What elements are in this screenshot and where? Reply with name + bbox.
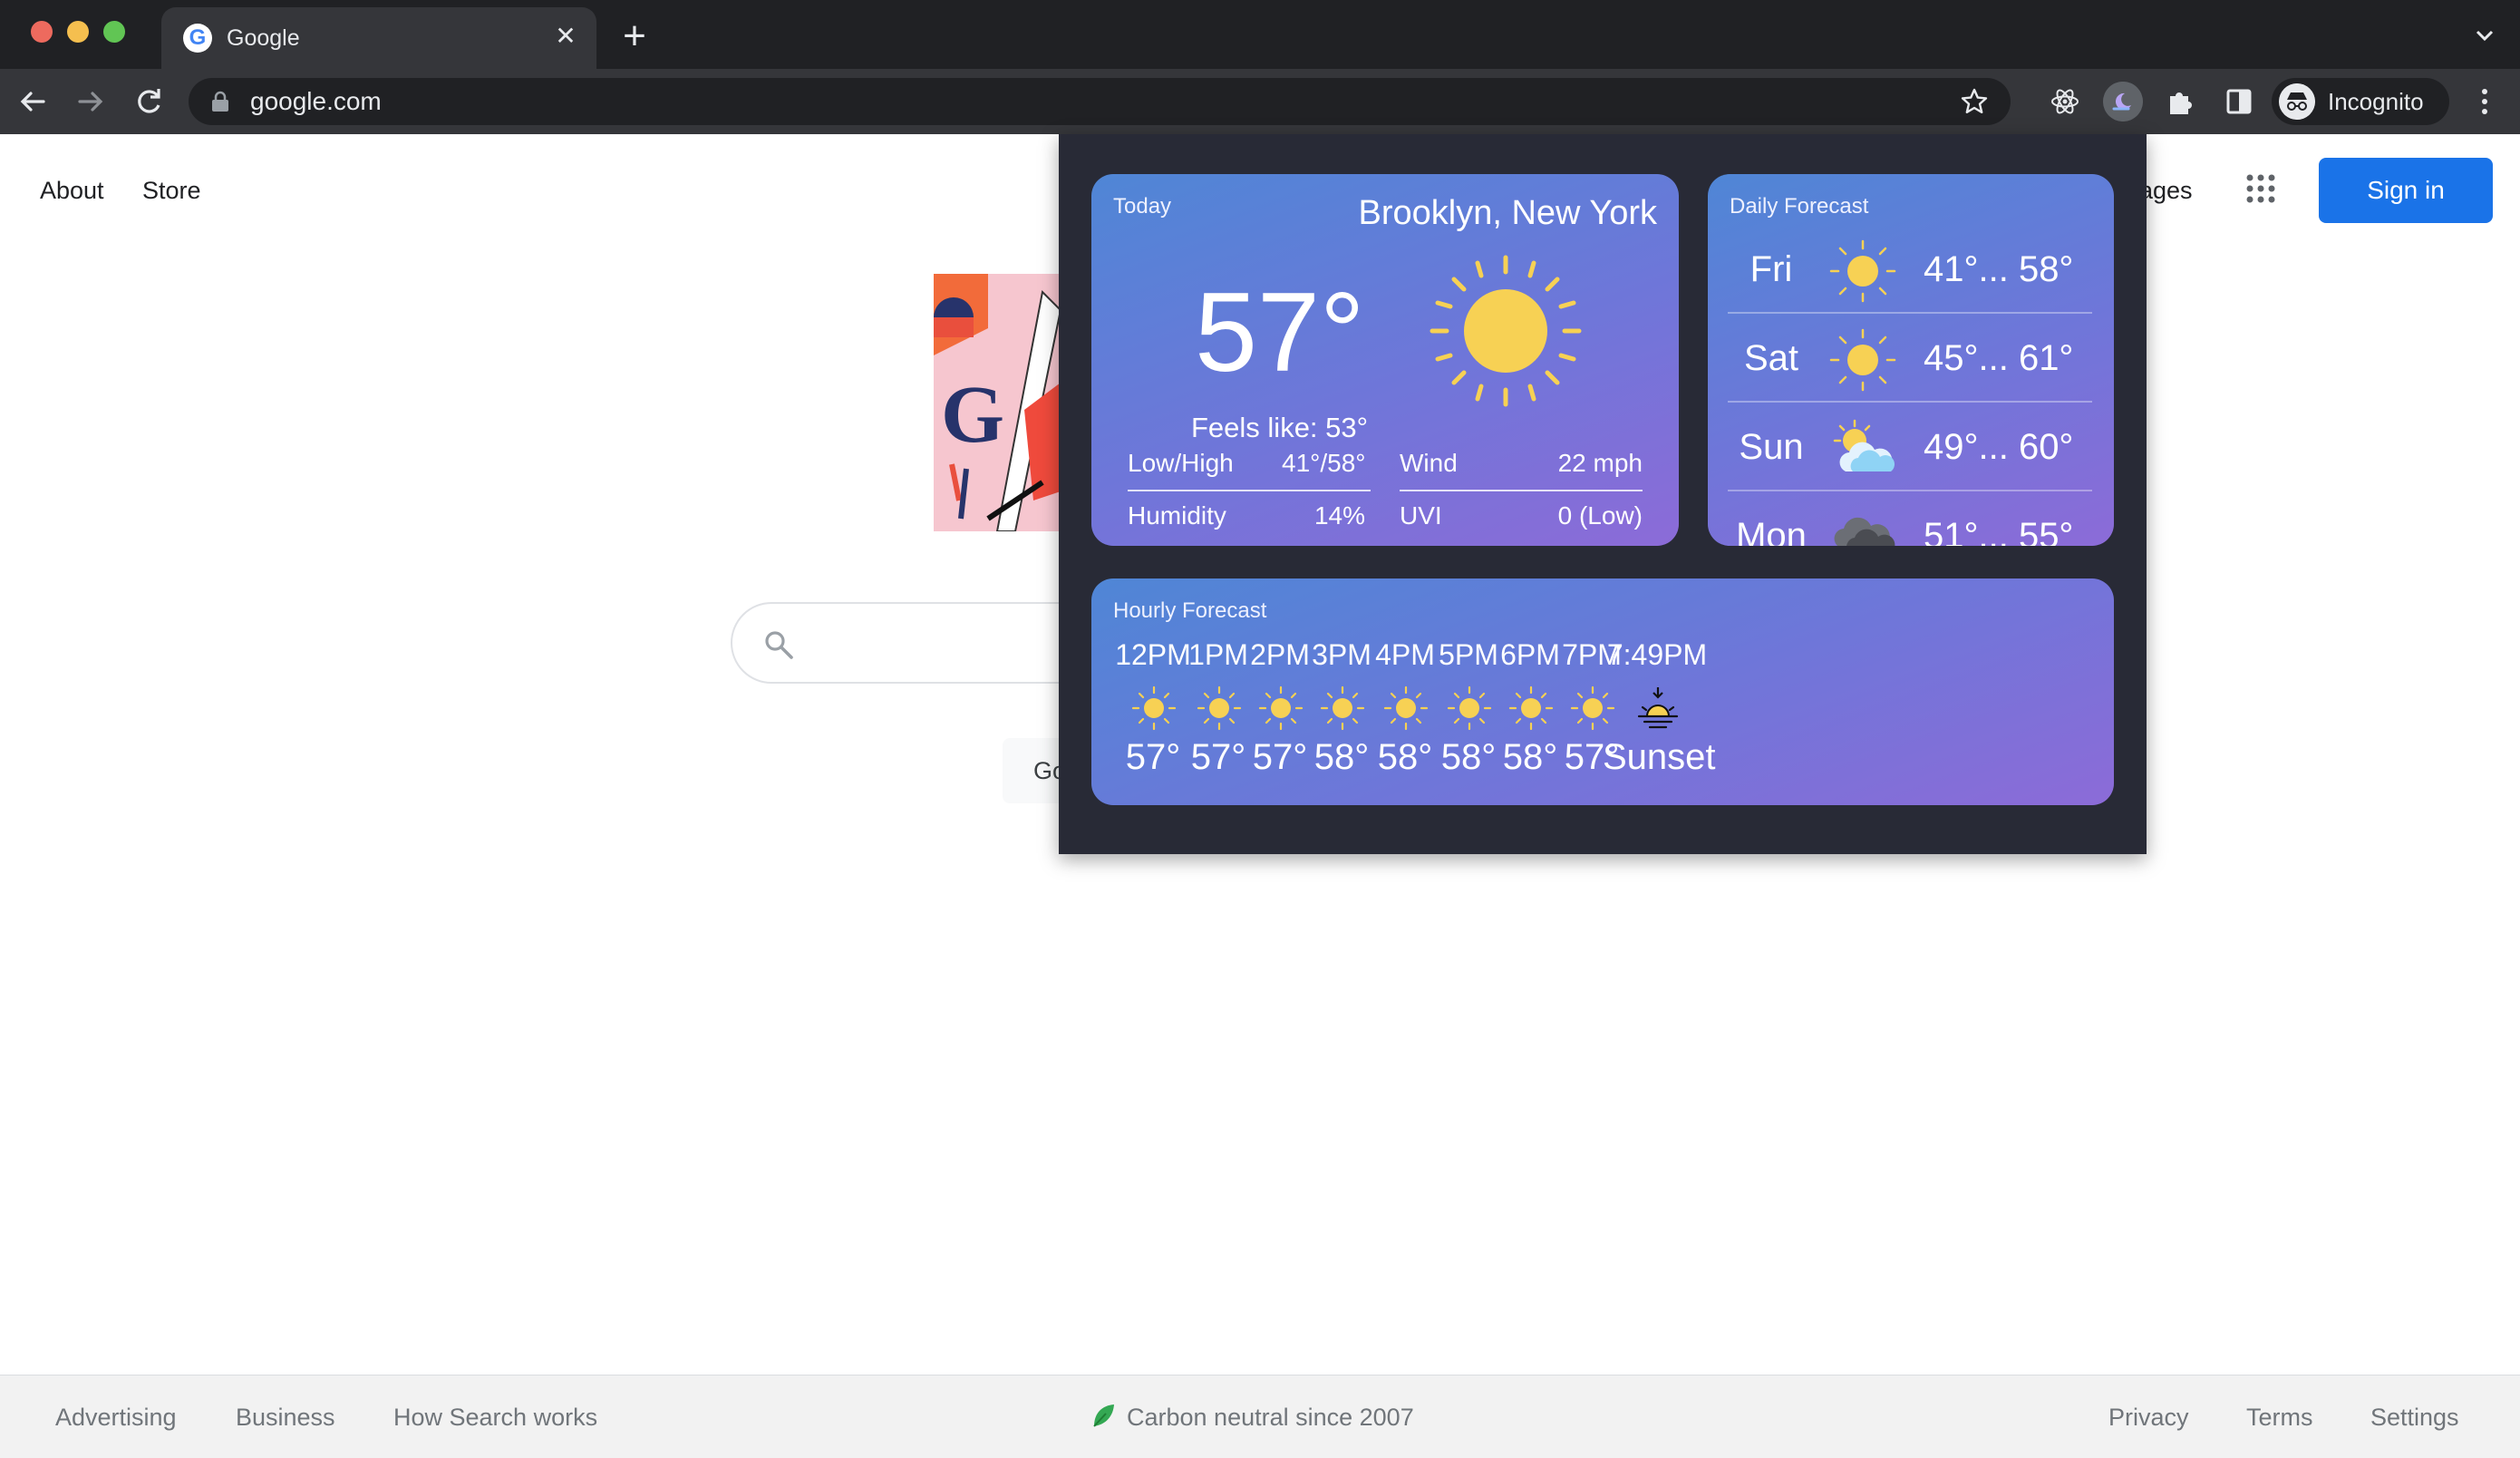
low-high-value: 41°/58° [1282, 449, 1366, 477]
reload-icon[interactable] [131, 83, 167, 120]
location-name: Brooklyn, New York [1358, 194, 1658, 232]
humidity-label: Humidity [1128, 501, 1226, 530]
tab-strip: G Google ✕ + [0, 0, 2520, 69]
lock-icon[interactable] [210, 91, 230, 112]
sun-icon [1829, 239, 1896, 303]
side-panel-icon[interactable] [2219, 82, 2259, 122]
search-icon [765, 631, 793, 659]
hourly-item: 7:49PM Sunset [1603, 638, 1716, 792]
cloud-icon [1834, 517, 1895, 546]
humidity-value: 14% [1313, 501, 1365, 530]
svg-text:G: G [941, 370, 1004, 460]
hour-time: 7:49PM [1606, 638, 1708, 671]
google-favicon-icon: G [183, 24, 212, 53]
google-doodle-image[interactable]: G [934, 274, 1061, 531]
day-name: Fri [1749, 249, 1793, 289]
sign-in-button[interactable]: Sign in [2319, 158, 2493, 223]
url-text[interactable]: google.com [250, 87, 382, 116]
day-name: Sun [1739, 427, 1804, 467]
footer-business-link[interactable]: Business [236, 1403, 335, 1432]
forward-arrow-icon[interactable] [73, 83, 109, 120]
about-link[interactable]: About [40, 176, 104, 205]
footer-carbon-neutral-link[interactable]: Carbon neutral since 2007 [1127, 1403, 1414, 1432]
weather-extension-icon[interactable] [2103, 82, 2143, 122]
tab-close-icon[interactable]: ✕ [549, 20, 582, 53]
day-name: Mon [1736, 516, 1807, 546]
leaf-icon [1093, 1405, 1114, 1427]
wind-label: Wind [1400, 449, 1458, 477]
daily-row: Fri 41°... 58° [1728, 223, 2110, 312]
window-zoom-button[interactable] [103, 21, 125, 43]
uvi-label: UVI [1400, 501, 1442, 530]
sunset-icon [1635, 685, 1681, 731]
daily-row: Sun 49°... 60° [1728, 401, 2110, 490]
browser-menu-icon[interactable] [2471, 83, 2498, 120]
footer: Advertising Business How Search works Ca… [0, 1375, 2520, 1458]
stat-divider [1400, 490, 1643, 491]
footer-how-search-works-link[interactable]: How Search works [393, 1403, 597, 1432]
daily-row: Mon 51°... 55° [1728, 490, 2110, 546]
images-link[interactable]: ages [2139, 176, 2193, 205]
sun-icon [1829, 328, 1896, 392]
browser-tab[interactable]: G Google ✕ [161, 7, 596, 69]
footer-advertising-link[interactable]: Advertising [55, 1403, 177, 1432]
stat-divider [1128, 490, 1371, 491]
today-label: Today [1113, 194, 1172, 219]
tab-search-chevron-icon[interactable] [2471, 22, 2498, 49]
day-temperature-range: 45°... 61° [1924, 338, 2074, 378]
day-temperature-range: 49°... 60° [1924, 427, 2074, 467]
store-link[interactable]: Store [142, 176, 201, 205]
sun-icon [1430, 255, 1582, 407]
partly-cloudy-icon [1833, 419, 1895, 471]
incognito-profile-button[interactable]: Incognito [2272, 78, 2449, 125]
uvi-value: 0 (Low) [1557, 501, 1643, 530]
address-bar[interactable]: google.com [189, 78, 2011, 125]
google-apps-icon[interactable] [2244, 172, 2277, 205]
incognito-icon [2279, 83, 2315, 120]
incognito-label: Incognito [2328, 88, 2424, 115]
day-temperature-range: 51°... 55° [1924, 516, 2074, 546]
react-devtools-extension-icon[interactable] [2045, 82, 2085, 122]
footer-privacy-link[interactable]: Privacy [2108, 1403, 2189, 1432]
hourly-forecast-label: Hourly Forecast [1113, 598, 1267, 623]
day-name: Sat [1743, 338, 1799, 378]
wind-value: 22 mph [1557, 449, 1643, 477]
current-temperature: 57° [1195, 270, 1365, 395]
weather-extension-popup: Today Brooklyn, New York 57° Feels like:… [1059, 134, 2147, 854]
browser-toolbar: google.com Incognito [0, 69, 2520, 134]
daily-forecast-label: Daily Forecast [1730, 194, 1869, 219]
day-temperature-range: 41°... 58° [1924, 249, 2074, 289]
daily-forecast-card: Daily Forecast Fri 41°... 58° Sat 45°...… [1708, 174, 2114, 546]
footer-settings-link[interactable]: Settings [2370, 1403, 2459, 1432]
feels-like-text: Feels like: 53° [1191, 412, 1369, 443]
today-weather-card: Today Brooklyn, New York 57° Feels like:… [1091, 174, 1679, 546]
window-close-button[interactable] [31, 21, 53, 43]
back-arrow-icon[interactable] [15, 83, 51, 120]
hourly-forecast-card: Hourly Forecast 12PM 57° 1PM 57° 2PM 57° 3P… [1091, 578, 2114, 805]
daily-row: Sat 45°... 61° [1728, 312, 2110, 401]
hour-temperature: Sunset [1603, 737, 1716, 777]
tab-title: Google [227, 25, 300, 51]
extensions-puzzle-icon[interactable] [2161, 82, 2201, 122]
low-high-label: Low/High [1128, 449, 1234, 477]
new-tab-button[interactable]: + [616, 16, 653, 56]
window-minimize-button[interactable] [67, 21, 89, 43]
bookmark-star-icon[interactable] [1960, 87, 1989, 116]
footer-terms-link[interactable]: Terms [2246, 1403, 2313, 1432]
